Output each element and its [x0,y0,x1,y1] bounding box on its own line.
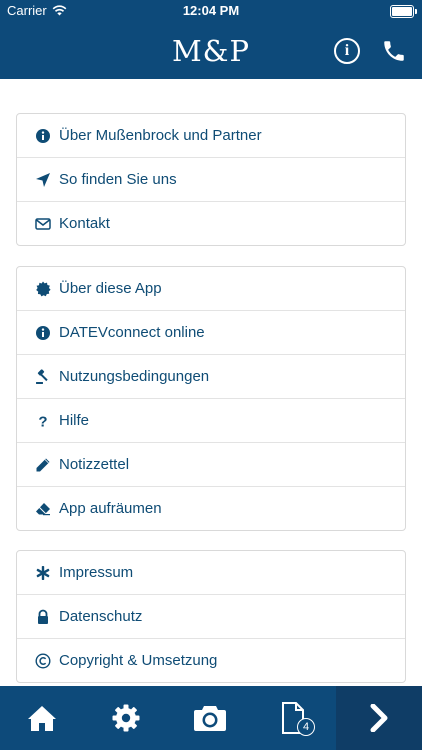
phone-button[interactable] [381,38,407,64]
info-circle-icon [35,325,51,341]
menu-item-about-app[interactable]: Über diese App [17,267,405,311]
menu-item-datevconnect[interactable]: DATEVconnect online [17,311,405,355]
lock-icon [35,609,51,625]
menu-item-privacy[interactable]: Datenschutz [17,595,405,639]
menu-item-help[interactable]: ? Hilfe [17,399,405,443]
menu-item-about-firm[interactable]: Über Mußenbrock und Partner [17,114,405,158]
gear-icon [112,704,140,732]
menu-item-directions[interactable]: So finden Sie uns [17,158,405,202]
status-time: 12:04 PM [182,3,240,18]
menu-item-copyright[interactable]: Copyright & Umsetzung [17,639,405,682]
svg-text:?: ? [38,413,47,429]
tab-settings[interactable] [84,686,168,750]
next-button[interactable] [336,686,422,750]
menu-group-legal: Impressum Datenschutz Copyright & Umsetz… [16,550,406,683]
question-icon: ? [35,413,51,429]
status-bar: Carrier 12:04 PM [0,0,422,22]
phone-icon [384,41,404,61]
copyright-icon [35,652,51,669]
menu-item-label: Nutzungsbedingungen [59,368,210,385]
tab-camera[interactable] [168,686,252,750]
menu-item-label: DATEVconnect online [59,324,205,341]
pencil-icon [35,457,51,473]
info-button[interactable]: i [334,38,360,64]
menu-item-imprint[interactable]: Impressum [17,551,405,595]
menu-item-label: Notizzettel [59,456,130,473]
info-circle-icon [35,128,51,144]
location-arrow-icon [35,172,51,188]
menu-item-label: App aufräumen [59,500,162,517]
menu-group-firm: Über Mußenbrock und Partner So finden Si… [16,113,406,246]
asterisk-icon [35,565,51,581]
gavel-icon [35,368,51,385]
menu-item-label: So finden Sie uns [59,171,177,188]
tab-home[interactable] [0,686,84,750]
menu-item-contact[interactable]: Kontakt [17,202,405,245]
chevron-right-icon [370,704,388,732]
envelope-icon [35,216,51,232]
tab-documents[interactable]: 4 [252,686,336,750]
menu-item-label: Copyright & Umsetzung [59,652,218,669]
menu-item-label: Kontakt [59,215,110,232]
menu-item-label: Impressum [59,564,134,581]
home-icon [28,706,56,731]
tab-bar: 4 [0,686,422,750]
camera-icon [194,706,226,731]
menu-item-cleanup[interactable]: App aufräumen [17,487,405,530]
menu-item-notes[interactable]: Notizzettel [17,443,405,487]
nav-bar: M&P i [0,22,422,79]
menu-item-label: Datenschutz [59,608,143,625]
menu-group-app: Über diese App DATEVconnect online Nutzu… [16,266,406,531]
documents-count-badge: 4 [297,718,315,736]
menu-item-label: Über Mußenbrock und Partner [59,127,262,144]
eraser-icon [35,501,51,517]
menu-item-label: Über diese App [59,280,162,297]
certificate-icon [35,281,51,297]
menu-item-terms[interactable]: Nutzungsbedingungen [17,355,405,399]
menu-item-label: Hilfe [59,412,90,429]
battery-icon [390,5,417,18]
